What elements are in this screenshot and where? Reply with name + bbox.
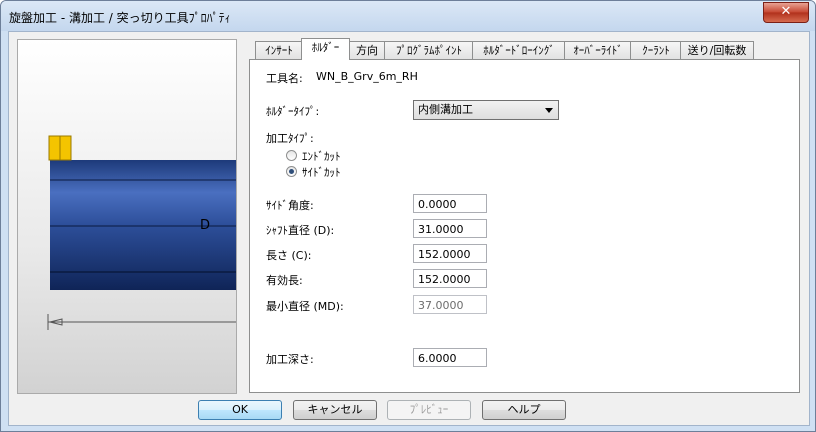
length-label: 長さ (C):	[266, 249, 312, 262]
cut-depth-label: 加工深さ:	[266, 353, 314, 366]
tab-direction[interactable]: 方向	[348, 41, 386, 59]
length-input[interactable]: 152.0000	[413, 244, 487, 263]
holder-type-label: ﾎﾙﾀﾞｰﾀｲﾌﾟ:	[266, 105, 320, 118]
end-cut-label[interactable]: ｴﾝﾄﾞｶｯﾄ	[302, 148, 341, 164]
dialog-window: 旋盤加工 - 溝加工 / 突っ切り工具ﾌﾟﾛﾊﾟﾃｨ ✕ D ｲﾝｻｰﾄ ﾎﾙﾀ…	[0, 0, 816, 432]
holder-panel: 工具名: WN_B_Grv_6m_RH ﾎﾙﾀﾞｰﾀｲﾌﾟ: 内側溝加工 加工ﾀ…	[249, 59, 800, 393]
holder-type-value: 内側溝加工	[418, 103, 473, 116]
close-button[interactable]: ✕	[763, 2, 809, 23]
chevron-down-icon	[545, 108, 553, 113]
dimension-label: D	[200, 218, 211, 233]
effective-length-label: 有効長:	[266, 274, 303, 287]
shaft-diameter-label: ｼｬﾌﾄ直径 (D):	[266, 224, 335, 237]
side-cut-label[interactable]: ｻｲﾄﾞｶｯﾄ	[302, 164, 341, 180]
cancel-button[interactable]: キャンセル	[293, 400, 377, 420]
tab-holder[interactable]: ﾎﾙﾀﾞｰ	[301, 38, 350, 60]
tool-name-value: WN_B_Grv_6m_RH	[316, 70, 418, 83]
cut-depth-input[interactable]: 6.0000	[413, 348, 487, 367]
tab-feed-speed[interactable]: 送り/回転数	[680, 41, 754, 59]
end-cut-radio[interactable]	[286, 150, 297, 161]
side-cut-radio[interactable]	[286, 166, 297, 177]
tab-holder-drawing[interactable]: ﾎﾙﾀﾞｰﾄﾞﾛｰｲﾝｸﾞ	[472, 41, 566, 59]
effective-length-input[interactable]: 152.0000	[413, 269, 487, 288]
preview-drawing	[47, 135, 236, 330]
help-button[interactable]: ヘルプ	[482, 400, 566, 420]
title-bar[interactable]: 旋盤加工 - 溝加工 / 突っ切り工具ﾌﾟﾛﾊﾟﾃｨ ✕	[1, 1, 815, 31]
min-diameter-input: 37.0000	[413, 295, 487, 314]
tool-preview: D	[17, 39, 237, 394]
holder-type-select[interactable]: 内側溝加工	[413, 100, 559, 120]
machining-type-label: 加工ﾀｲﾌﾟ:	[266, 132, 314, 145]
tab-override[interactable]: ｵｰﾊﾞｰﾗｲﾄﾞ	[564, 41, 632, 59]
preview-button: ﾌﾟﾚﾋﾞｭｰ	[387, 400, 471, 420]
tab-program-point[interactable]: ﾌﾟﾛｸﾞﾗﾑﾎﾟｲﾝﾄ	[384, 41, 474, 59]
min-diameter-label: 最小直径 (MD):	[266, 300, 344, 313]
window-title: 旋盤加工 - 溝加工 / 突っ切り工具ﾌﾟﾛﾊﾟﾃｨ	[9, 11, 231, 25]
tool-name-label: 工具名:	[266, 72, 303, 85]
tab-coolant[interactable]: ｸｰﾗﾝﾄ	[630, 41, 682, 59]
side-angle-input[interactable]: 0.0000	[413, 194, 487, 213]
side-angle-label: ｻｲﾄﾞ角度:	[266, 199, 314, 212]
shaft-diameter-input[interactable]: 31.0000	[413, 219, 487, 238]
dialog-client: D ｲﾝｻｰﾄ ﾎﾙﾀﾞｰ 方向 ﾌﾟﾛｸﾞﾗﾑﾎﾟｲﾝﾄ ﾎﾙﾀﾞｰﾄﾞﾛｰｲ…	[8, 31, 810, 426]
ok-button[interactable]: OK	[198, 400, 282, 420]
tab-insert[interactable]: ｲﾝｻｰﾄ	[255, 41, 303, 59]
